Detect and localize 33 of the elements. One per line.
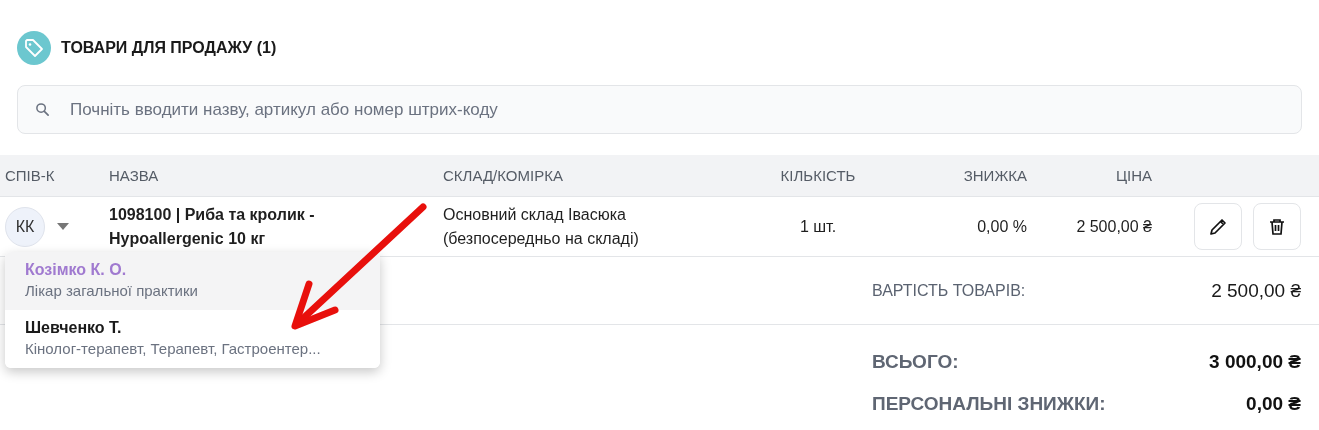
warehouse-cell-text: Основний склад Івасюка (безпосередньо на складі) (443, 204, 640, 249)
column-header: СКЛАД/КОМІРКА (443, 165, 564, 186)
summary-label: ПЕРСОНАЛЬНІ ЗНИЖКИ: (872, 393, 1106, 415)
employee-option[interactable]: Шевченко Т. Кінолог-терапевт, Терапевт, Гастроентер... (5, 310, 380, 368)
employee-avatar[interactable]: КК (5, 206, 45, 247)
employee-role: Лікар загальної практики (25, 282, 199, 299)
edit-button[interactable] (1194, 203, 1242, 250)
section-title: ТОВАРИ ДЛЯ ПРОДАЖУ (1) (61, 39, 277, 57)
column-header: КІЛЬКІСТЬ (780, 167, 856, 184)
discount-cell: 0,00 % (977, 217, 1027, 236)
trash-icon (1267, 216, 1287, 237)
employee-option[interactable]: Козімко К. О. Лікар загальної практики (5, 252, 380, 310)
delete-button[interactable] (1253, 203, 1301, 250)
employee-name: Шевченко Т. (25, 319, 123, 337)
summary-label: ВСЬОГО: (872, 351, 959, 373)
quantity-cell: 1 шт. (799, 217, 837, 236)
column-header: ЦІНА (1115, 167, 1152, 184)
price-cell: 2 500,00 ₴ (1076, 217, 1152, 236)
column-header: СПІВ-К (4, 167, 56, 184)
product-name: 1098100 | Риба та кролик - Hypoallergenic 10 кг (109, 204, 316, 249)
caret-icon[interactable] (57, 222, 69, 231)
summary-value: 2 500,00 ₴ (1211, 279, 1301, 302)
employee-name: Козімко К. О. (25, 261, 128, 279)
employee-role: Кінолог-терапевт, Терапевт, Гастроентер... (25, 340, 322, 357)
summary-value: 3 000,00 ₴ (1209, 351, 1301, 373)
summary-value: 0,00 ₴ (1246, 393, 1301, 415)
column-header: НАЗВА (109, 167, 160, 184)
tag-icon (17, 31, 51, 65)
pencil-icon (1208, 216, 1228, 237)
search-field[interactable]: Почніть вводити назву, артикул або номер штрих-коду (17, 85, 1302, 134)
column-header: ЗНИЖКА (963, 167, 1027, 184)
summary-label: ВАРТІСТЬ ТОВАРІВ: (872, 281, 1026, 300)
search-icon (35, 102, 50, 117)
